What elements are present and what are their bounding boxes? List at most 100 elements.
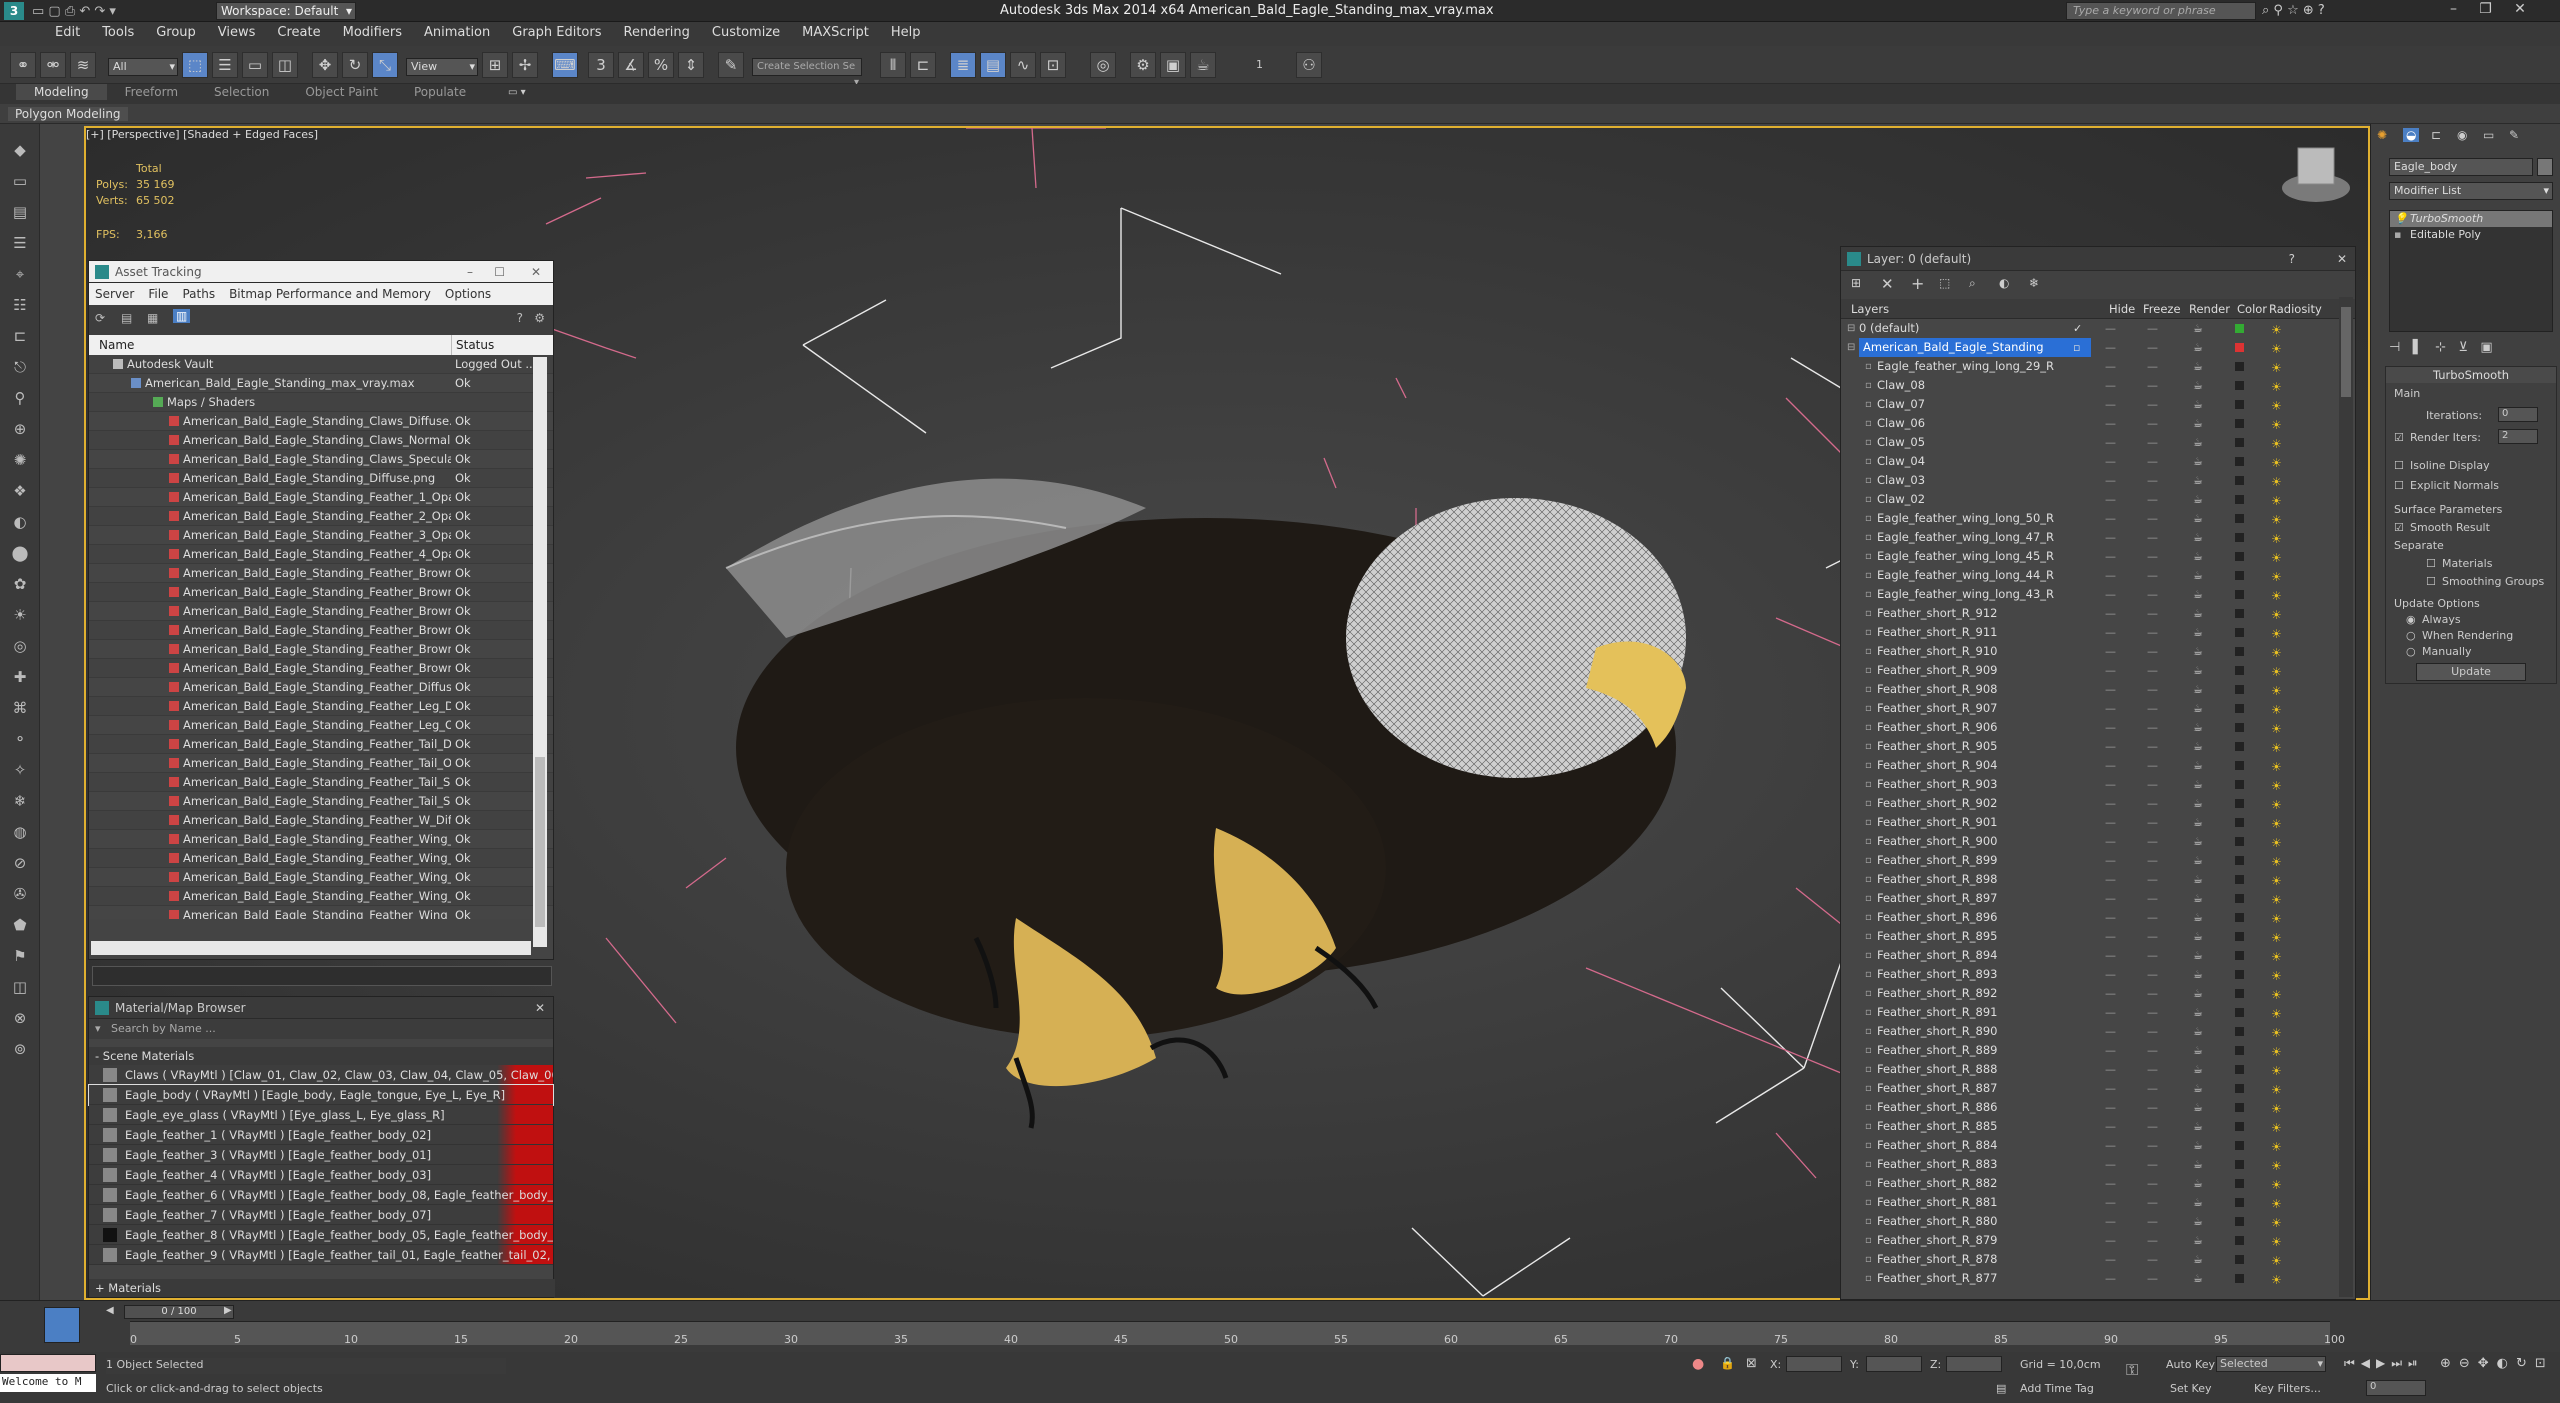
hide-toggle[interactable]: — — [2105, 965, 2116, 984]
hide-toggle[interactable]: — — [2105, 1193, 2116, 1212]
freeze-toggle[interactable]: — — [2147, 1250, 2158, 1269]
asset-row[interactable]: American_Bald_Eagle_Standing_Feather_Tai… — [89, 735, 553, 754]
freeze-toggle[interactable]: — — [2147, 718, 2158, 737]
expand-icon[interactable]: ▪ — [2394, 227, 2401, 243]
freeze-toggle[interactable]: — — [2147, 946, 2158, 965]
material-item[interactable]: Claws ( VRayMtl ) [Claw_01, Claw_02, Cla… — [89, 1065, 553, 1085]
render-teapot-icon[interactable]: ☕ — [2193, 1117, 2203, 1136]
layer-row[interactable]: ▫ Feather_short_R_883— — ☕ ☀ — [1841, 1155, 2355, 1174]
render-teapot-icon[interactable]: ☕ — [2193, 1022, 2203, 1041]
render-teapot-icon[interactable]: ☕ — [2193, 737, 2203, 756]
layer-color-swatch[interactable] — [2235, 856, 2244, 865]
layer-column-freeze[interactable]: Freeze — [2143, 299, 2181, 319]
layer-row[interactable]: ▫ Eagle_feather_wing_long_50_R — — ☕ ☀ — [1841, 509, 2355, 528]
freeze-toggle[interactable]: — — [2147, 927, 2158, 946]
material-item[interactable]: Eagle_feather_9 ( VRayMtl ) [Eagle_feath… — [89, 1245, 553, 1265]
freeze-toggle[interactable]: — — [2147, 851, 2158, 870]
layer-row[interactable]: ▫ Feather_short_R_884— — ☕ ☀ — [1841, 1136, 2355, 1155]
manually-radio[interactable]: ○ — [2406, 645, 2416, 658]
object-color-swatch[interactable] — [2537, 158, 2553, 176]
layer-row[interactable]: ▫ Feather_short_R_891— — ☕ ☀ — [1841, 1003, 2355, 1022]
menu-customize[interactable]: Customize — [701, 22, 791, 43]
hide-toggle[interactable]: — — [2105, 604, 2116, 623]
hide-toggle[interactable]: — — [2105, 851, 2116, 870]
stack-tool-icons[interactable]: ⊣ ▌ ⊹ ⊻ ▣ — [2389, 340, 2493, 355]
freeze-toggle[interactable]: — — [2147, 642, 2158, 661]
menu-tools[interactable]: Tools — [91, 22, 145, 43]
effects-icon[interactable]: ✧ — [8, 758, 32, 782]
render-teapot-icon[interactable]: ☕ — [2193, 338, 2203, 357]
layer-row[interactable]: ▫ Feather_short_R_880— — ☕ ☀ — [1841, 1212, 2355, 1231]
close-icon[interactable]: ✕ — [531, 261, 541, 283]
layer-color-swatch[interactable] — [2235, 647, 2244, 656]
freeze-all-icon[interactable]: ❄ — [2029, 276, 2039, 290]
render-teapot-icon[interactable]: ☕ — [2193, 509, 2203, 528]
layer-row[interactable]: ▫ Feather_short_R_900— — ☕ ☀ — [1841, 832, 2355, 851]
stack-item-editable-poly[interactable]: ▪ Editable Poly — [2390, 227, 2552, 243]
asset-row[interactable]: American_Bald_Eagle_Standing_Feather_Win… — [89, 830, 553, 849]
layer-row[interactable]: ▫ Feather_short_R_898— — ☕ ☀ — [1841, 870, 2355, 889]
hide-toggle[interactable]: — — [2105, 1212, 2116, 1231]
key-icon[interactable]: ⚿ — [2126, 1360, 2138, 1380]
render-teapot-icon[interactable]: ☕ — [2193, 965, 2203, 984]
iterations-spinner[interactable]: 0 — [2498, 407, 2538, 422]
freeze-toggle[interactable]: — — [2147, 319, 2158, 338]
grid-icon[interactable]: ☷ — [8, 293, 32, 317]
layer-color-swatch[interactable] — [2235, 1103, 2244, 1112]
freeze-toggle[interactable]: — — [2147, 699, 2158, 718]
freeze-toggle[interactable]: — — [2147, 604, 2158, 623]
snap-toggle-icon[interactable]: 3 — [588, 52, 614, 78]
layer-row[interactable]: ▫ Feather_short_R_908— — ☕ ☀ — [1841, 680, 2355, 699]
keyboard-shortcut-icon[interactable]: ⌨ — [552, 52, 578, 78]
layer-color-swatch[interactable] — [2235, 362, 2244, 371]
layer-row[interactable]: ▫ Feather_short_R_894— — ☕ ☀ — [1841, 946, 2355, 965]
particles-icon[interactable]: ✿ — [8, 572, 32, 596]
maximize-icon[interactable]: ❐ — [2479, 1, 2492, 17]
polygon-modeling-tab[interactable]: Polygon Modeling — [8, 107, 128, 121]
asset-row[interactable]: American_Bald_Eagle_Standing_Feather_Win… — [89, 906, 553, 919]
modifier-list-dropdown[interactable]: Modifier List ▾ — [2389, 182, 2553, 200]
asset-row[interactable]: American_Bald_Eagle_Standing_Feather_Dif… — [89, 678, 553, 697]
material-item[interactable]: Eagle_body ( VRayMtl ) [Eagle_body, Eagl… — [88, 1084, 554, 1106]
scale-icon[interactable]: ⤡ — [372, 52, 398, 78]
layer-row[interactable]: ▫ Feather_short_R_910— — ☕ ☀ — [1841, 642, 2355, 661]
hide-toggle[interactable]: — — [2105, 1117, 2116, 1136]
when-rendering-radio[interactable]: ○ — [2406, 629, 2416, 642]
layer-color-swatch[interactable] — [2235, 1122, 2244, 1131]
sun-icon[interactable]: ☀ — [8, 603, 32, 627]
hide-toggle[interactable]: — — [2105, 946, 2116, 965]
hide-toggle[interactable]: — — [2105, 1098, 2116, 1117]
material-item[interactable]: Eagle_feather_4 ( VRayMtl ) [Eagle_feath… — [89, 1165, 553, 1185]
hide-toggle[interactable]: — — [2105, 1231, 2116, 1250]
layer-color-swatch[interactable] — [2235, 1141, 2244, 1150]
window-controls[interactable]: – ❐ ✕ — [2450, 1, 2526, 17]
render-iters-checkbox[interactable]: ☑ — [2394, 431, 2404, 444]
hide-toggle[interactable]: — — [2105, 680, 2116, 699]
material-item[interactable]: Eagle_eye_glass ( VRayMtl ) [Eye_glass_L… — [89, 1105, 553, 1125]
help-icon[interactable]: ? — [2289, 247, 2295, 271]
playback-controls[interactable]: ⏮◀▶⏭⏯ — [2344, 1356, 2424, 1371]
cross-icon[interactable]: ⊗ — [8, 1006, 32, 1030]
asset-row[interactable]: American_Bald_Eagle_Standing_Feather_3_O… — [89, 526, 553, 545]
layer-color-swatch[interactable] — [2235, 609, 2244, 618]
layer-color-swatch[interactable] — [2235, 495, 2244, 504]
time-tag-icon[interactable]: ▤ — [1996, 1382, 2006, 1395]
render-teapot-icon[interactable]: ☕ — [2193, 1098, 2203, 1117]
menu-modifiers[interactable]: Modifiers — [332, 22, 413, 43]
new-layer-icon[interactable]: ⊞ — [1851, 276, 1861, 290]
layer-row[interactable]: ⊟ American_Bald_Eagle_Standing ▫ — — ☕ ☀ — [1841, 338, 2355, 357]
mirror-icon[interactable]: ⫴ — [880, 52, 906, 78]
layer-color-swatch[interactable] — [2235, 419, 2244, 428]
ribbon-tab-object-paint[interactable]: Object Paint — [287, 84, 396, 100]
layer-color-swatch[interactable] — [2235, 1084, 2244, 1093]
close-icon[interactable]: ✕ — [2337, 247, 2347, 271]
hide-toggle[interactable]: — — [2105, 661, 2116, 680]
layer-color-swatch[interactable] — [2235, 381, 2244, 390]
create-tab-icon[interactable]: ✺ — [2377, 128, 2387, 142]
layer-color-swatch[interactable] — [2235, 704, 2244, 713]
freeze-toggle[interactable]: — — [2147, 623, 2158, 642]
hide-toggle[interactable]: — — [2105, 870, 2116, 889]
freeze-toggle[interactable]: — — [2147, 813, 2158, 832]
freeze-toggle[interactable]: — — [2147, 547, 2158, 566]
freeze-toggle[interactable]: — — [2147, 433, 2158, 452]
